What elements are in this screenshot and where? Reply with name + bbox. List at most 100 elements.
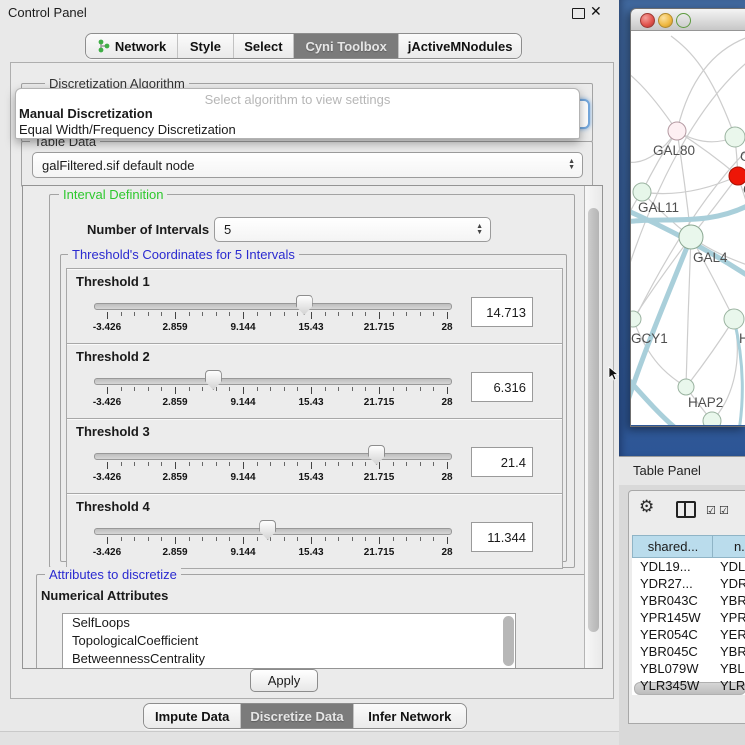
table-cell[interactable]: YBL0... xyxy=(720,660,745,677)
tick-label: 28 xyxy=(441,397,452,408)
tick-mark xyxy=(420,312,421,316)
table-cell[interactable]: YDL1... xyxy=(720,558,745,575)
tab-style[interactable]: Style xyxy=(178,34,234,58)
algorithm-option-equal-width[interactable]: Equal Width/Frequency Discretization xyxy=(19,122,575,138)
tab-label: Style xyxy=(190,39,221,54)
table-cell[interactable]: YIL053C xyxy=(640,694,691,695)
table-cell[interactable]: YIL0... xyxy=(720,694,745,695)
numerical-attributes-list[interactable]: SelfLoopsTopologicalCoefficientBetweenne… xyxy=(62,613,516,669)
threshold-value-field[interactable]: 11.344 xyxy=(471,522,533,552)
node-attribute-table[interactable]: shared...n... YDL19... YDL1... YDR27... YDR2… xyxy=(632,535,745,695)
slider-track[interactable] xyxy=(94,303,452,310)
table-cell[interactable]: YBR0... xyxy=(720,592,745,609)
minimize-window-icon[interactable] xyxy=(658,13,673,28)
table-cell[interactable]: YER054C xyxy=(640,626,698,643)
gear-icon[interactable]: ⚙ xyxy=(639,497,654,517)
network-node[interactable] xyxy=(633,183,651,201)
tick-mark xyxy=(270,462,271,466)
tick-mark xyxy=(447,387,448,394)
checkbox-icon[interactable]: ☑ xyxy=(719,504,729,517)
table-cell[interactable]: YPR1... xyxy=(720,609,745,626)
table-cell[interactable]: YBL079W xyxy=(640,660,699,677)
tick-mark xyxy=(406,537,407,541)
tick-mark xyxy=(243,462,244,469)
tick-mark xyxy=(107,462,108,469)
algorithm-option-manual[interactable]: Manual Discretization xyxy=(19,106,575,122)
split-columns-icon[interactable] xyxy=(676,501,696,518)
close-window-icon[interactable] xyxy=(640,13,655,28)
network-canvas[interactable]: GAL80GACGAL11GAL4GCY1HHAP2 xyxy=(631,31,745,425)
table-data-group: Table Data galFiltered.sif default node … xyxy=(21,141,593,187)
control-panel-titlebar: Control Panel ✕ xyxy=(0,0,619,24)
tab-select[interactable]: Select xyxy=(234,34,294,58)
network-edge xyxy=(686,237,691,387)
network-node[interactable] xyxy=(679,225,703,249)
slider-track[interactable] xyxy=(94,453,452,460)
tab-discretize-data[interactable]: Discretize Data xyxy=(241,704,353,728)
slider-thumb[interactable] xyxy=(368,445,385,465)
table-cell[interactable]: YDR27... xyxy=(640,575,693,592)
table-cell[interactable]: YBR045C xyxy=(640,643,698,660)
threshold-label: Threshold 4 xyxy=(76,499,150,514)
network-node[interactable] xyxy=(703,412,721,425)
tick-mark xyxy=(365,387,366,391)
slider-thumb[interactable] xyxy=(205,370,222,390)
attribute-list-item[interactable]: BetweennessCentrality xyxy=(63,650,515,668)
table-column-header[interactable]: n... xyxy=(712,535,745,558)
tab-jactivemnodules[interactable]: jActiveMNodules xyxy=(399,34,521,58)
zoom-window-icon[interactable] xyxy=(676,13,691,28)
close-panel-icon[interactable]: ✕ xyxy=(590,3,602,20)
tick-label: 2.859 xyxy=(162,397,187,408)
table-column-header[interactable]: shared... xyxy=(632,535,714,558)
table-cell[interactable]: YER0... xyxy=(720,626,745,643)
tick-mark xyxy=(447,312,448,319)
tab-infer-network[interactable]: Infer Network xyxy=(354,704,466,728)
network-window-titlebar[interactable] xyxy=(631,9,745,31)
network-edge xyxy=(642,131,677,192)
table-cell[interactable]: YLR345W xyxy=(640,677,699,694)
tab-impute-data[interactable]: Impute Data xyxy=(144,704,241,728)
num-intervals-select[interactable]: 5 ▲▼ xyxy=(214,217,491,242)
tick-mark xyxy=(257,387,258,391)
table-data-select[interactable]: galFiltered.sif default node ▲▼ xyxy=(32,152,583,178)
tab-network[interactable]: Network xyxy=(86,34,178,58)
tab-label: Discretize Data xyxy=(250,709,343,724)
tick-label: -3.426 xyxy=(93,322,121,333)
attribute-list-item[interactable]: SelfLoops xyxy=(63,614,515,632)
tick-mark xyxy=(365,312,366,316)
tick-mark xyxy=(216,312,217,316)
network-node[interactable] xyxy=(724,309,744,329)
attribute-list-item[interactable]: TopologicalCoefficient xyxy=(63,632,515,650)
table-cell[interactable]: YLR3... xyxy=(720,677,745,694)
threshold-value-field[interactable]: 14.713 xyxy=(471,297,533,327)
tick-mark xyxy=(433,312,434,316)
checkbox-icon[interactable]: ☑ xyxy=(706,504,716,517)
tick-mark xyxy=(229,312,230,316)
table-cell[interactable]: YPR145W xyxy=(640,609,701,626)
tick-label: 28 xyxy=(441,472,452,483)
network-node[interactable] xyxy=(631,311,641,327)
float-panel-icon[interactable] xyxy=(572,8,585,19)
table-cell[interactable]: YDL19... xyxy=(640,558,691,575)
threshold-value-field[interactable]: 21.4 xyxy=(471,447,533,477)
table-cell[interactable]: YBR0... xyxy=(720,643,745,660)
tick-mark xyxy=(148,387,149,391)
slider-track[interactable] xyxy=(94,378,452,385)
network-node[interactable] xyxy=(668,122,686,140)
table-cell[interactable]: YBR043C xyxy=(640,592,698,609)
apply-button[interactable]: Apply xyxy=(250,669,318,692)
network-node[interactable] xyxy=(725,127,745,147)
table-cell[interactable]: YDR2... xyxy=(720,575,745,592)
settings-scrollbar-thumb[interactable] xyxy=(588,208,599,632)
attributes-list-scrollbar[interactable] xyxy=(503,616,514,666)
slider-thumb[interactable] xyxy=(259,520,276,540)
tab-cyni-toolbox[interactable]: Cyni Toolbox xyxy=(294,34,399,58)
tick-mark xyxy=(107,312,108,319)
table-data-value: galFiltered.sif default node xyxy=(42,158,194,173)
tick-label: 9.144 xyxy=(230,472,255,483)
table-panel-title: Table Panel xyxy=(633,463,701,478)
settings-scrollbar-track[interactable] xyxy=(584,186,602,668)
threshold-value-field[interactable]: 6.316 xyxy=(471,372,533,402)
network-node[interactable] xyxy=(678,379,694,395)
tick-mark xyxy=(175,312,176,319)
